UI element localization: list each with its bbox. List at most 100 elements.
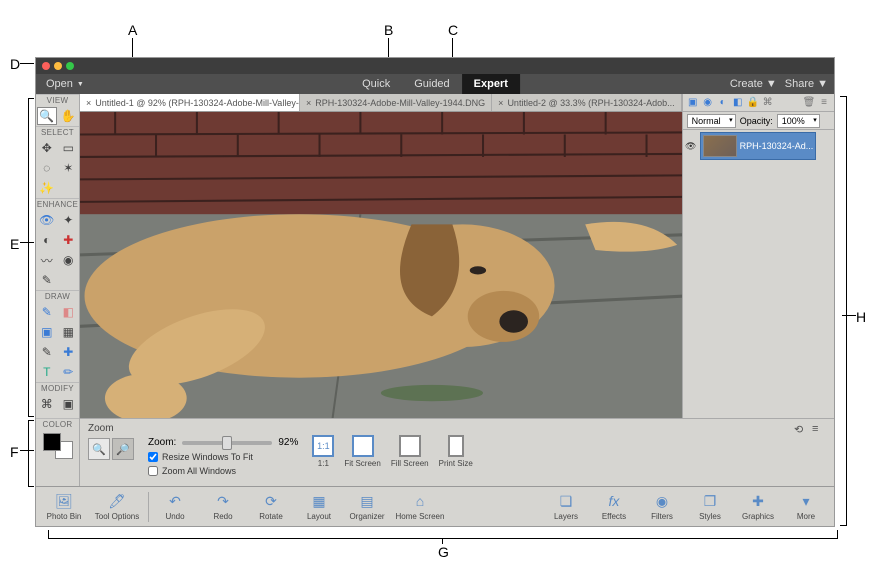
eye-tool[interactable]: 👁 xyxy=(36,210,58,230)
taskbar-photo-bin[interactable]: 🖼Photo Bin xyxy=(40,492,88,521)
opacity-label: Opacity: xyxy=(740,116,773,126)
shape-tool[interactable]: ✚ xyxy=(58,342,80,362)
preset-1to1[interactable]: 1:11:1 xyxy=(312,435,334,468)
tab-quick[interactable]: Quick xyxy=(350,74,402,94)
preset-icon xyxy=(399,435,421,457)
trash-icon[interactable]: 🗑 xyxy=(803,97,815,109)
taskbar-layers[interactable]: ❏Layers xyxy=(542,492,590,521)
crop-tool[interactable]: ⌘ xyxy=(36,394,58,414)
document-tab[interactable]: × Untitled-1 @ 92% (RPH-130324-Adobe-Mill… xyxy=(80,94,300,111)
taskbar-organizer[interactable]: ▤Organizer xyxy=(343,492,391,521)
zoom-in-button[interactable]: 🔍 xyxy=(88,438,110,460)
tab-expert[interactable]: Expert xyxy=(462,74,520,94)
checkbox-label: Zoom All Windows xyxy=(162,466,236,476)
open-menu[interactable]: Open ▼ xyxy=(36,74,94,94)
lock-icon[interactable]: 🔒 xyxy=(747,97,759,109)
taskbar-home[interactable]: ⌂Home Screen xyxy=(391,492,449,521)
tool-options-bar: Zoom 🔍 🔎 Zoom: 92% Resize Windows To Fit… xyxy=(80,418,834,488)
zoom-all-checkbox[interactable]: Zoom All Windows xyxy=(148,466,298,476)
blur-tool[interactable]: 〰 xyxy=(36,250,58,270)
callout-c: C xyxy=(448,22,458,38)
document-tab[interactable]: ×Untitled-2 @ 33.3% (RPH-130324-Adob... xyxy=(492,94,682,111)
panel-toolbar: ▣ ◉ ◐ ◧ 🔒 ⌘ 🗑 ≡ xyxy=(683,94,834,112)
adjustment-icon[interactable]: ◧ xyxy=(732,97,744,109)
smart-brush-tool[interactable]: ✎ xyxy=(36,270,58,290)
spot-heal-tool[interactable]: ◐ xyxy=(36,230,58,250)
hand-tool[interactable]: ✋ xyxy=(58,106,79,126)
recompose-tool[interactable]: ▣ xyxy=(58,394,80,414)
slider-thumb[interactable] xyxy=(222,436,232,450)
globe-icon[interactable]: ◉ xyxy=(702,97,714,109)
preset-fill-screen[interactable]: Fill Screen xyxy=(391,435,429,468)
text-tool[interactable]: T xyxy=(36,362,58,382)
taskbar-label: Undo xyxy=(165,512,184,521)
panel-menu-icon[interactable]: ≡ xyxy=(818,97,830,109)
zoom-out-button[interactable]: 🔎 xyxy=(112,438,134,460)
close-tab-icon[interactable]: × xyxy=(306,98,311,108)
zoom-value: 92% xyxy=(278,437,298,448)
close-tab-icon[interactable]: × xyxy=(86,98,91,108)
new-layer-icon[interactable]: ▣ xyxy=(687,97,699,109)
brush-tool[interactable]: ✎ xyxy=(36,302,58,322)
color-swatches[interactable] xyxy=(43,433,73,459)
mask-icon[interactable]: ◐ xyxy=(717,97,729,109)
taskbar-rotate[interactable]: ⟳Rotate xyxy=(247,492,295,521)
zoom-window-icon[interactable] xyxy=(66,62,74,70)
resize-windows-checkbox[interactable]: Resize Windows To Fit xyxy=(148,452,298,462)
more-icon: ▾ xyxy=(797,492,815,510)
photo-image xyxy=(80,112,682,439)
marquee-tool[interactable]: ▭ xyxy=(58,138,80,158)
zoom-tool[interactable]: 🔍 xyxy=(37,107,57,125)
canvas[interactable] xyxy=(80,112,682,439)
whiten-tool[interactable]: ✦ xyxy=(58,210,80,230)
tool-options-icon: 🖊 xyxy=(108,492,126,510)
lasso-tool[interactable]: ◌ xyxy=(36,158,58,178)
taskbar-layout[interactable]: ▦Layout xyxy=(295,492,343,521)
layer-name: RPH-130324-Ad... xyxy=(740,141,814,151)
move-tool[interactable]: ✥ xyxy=(36,138,58,158)
options-menu-icon[interactable]: ≡ xyxy=(812,423,826,437)
callout-e: E xyxy=(10,236,19,252)
taskbar-tool-options[interactable]: 🖊 Tool Options xyxy=(88,492,146,521)
preset-fit-screen[interactable]: Fit Screen xyxy=(344,435,380,468)
opacity-select[interactable]: 100% xyxy=(777,114,820,128)
foreground-color-swatch[interactable] xyxy=(43,433,61,451)
close-window-icon[interactable] xyxy=(42,62,50,70)
color-picker-tool[interactable]: ✎ xyxy=(36,342,58,362)
reset-icon[interactable]: ⟲ xyxy=(794,423,808,437)
visibility-icon[interactable]: 👁 xyxy=(685,141,697,152)
zoom-slider-label: Zoom: xyxy=(148,437,176,448)
taskbar-redo[interactable]: ↷Redo xyxy=(199,492,247,521)
minimize-window-icon[interactable] xyxy=(54,62,62,70)
taskbar-label: Tool Options xyxy=(95,512,139,521)
gradient-tool[interactable]: ▦ xyxy=(58,322,80,342)
share-menu[interactable]: Share ▼ xyxy=(785,78,828,90)
zoom-slider[interactable] xyxy=(182,441,272,445)
close-tab-icon[interactable]: × xyxy=(498,98,503,108)
blend-mode-select[interactable]: Normal xyxy=(687,114,736,128)
taskbar-filters[interactable]: ◉Filters xyxy=(638,492,686,521)
layer-row[interactable]: RPH-130324-Ad... xyxy=(700,132,817,160)
taskbar-more[interactable]: ▾More xyxy=(782,492,830,521)
document-tab[interactable]: ×RPH-130324-Adobe-Mill-Valley-1944.DNG xyxy=(300,94,492,111)
sponge-tool[interactable]: ◉ xyxy=(58,250,80,270)
pencil-tool[interactable]: ✏ xyxy=(58,362,80,382)
eraser-tool[interactable]: ◧ xyxy=(58,302,80,322)
link-icon[interactable]: ⌘ xyxy=(762,97,774,109)
callout-b: B xyxy=(384,22,393,38)
taskbar-graphics[interactable]: ✚Graphics xyxy=(734,492,782,521)
layers-list: 👁 RPH-130324-Ad... xyxy=(683,130,834,162)
toolbox-section-enhance: ENHANCE xyxy=(36,198,79,210)
tab-guided[interactable]: Guided xyxy=(402,74,461,94)
tab-label: Untitled-1 @ 92% (RPH-130324-Adobe-Mill-… xyxy=(95,98,300,108)
taskbar-styles[interactable]: ❐Styles xyxy=(686,492,734,521)
taskbar-undo[interactable]: ↶Undo xyxy=(151,492,199,521)
quick-select-tool[interactable]: ✶ xyxy=(58,158,80,178)
filters-icon: ◉ xyxy=(653,492,671,510)
taskbar-effects[interactable]: fxEffects xyxy=(590,492,638,521)
clone-tool[interactable]: ✚ xyxy=(58,230,80,250)
fill-tool[interactable]: ▣ xyxy=(36,322,58,342)
preset-print-size[interactable]: Print Size xyxy=(439,435,473,468)
create-menu[interactable]: Create ▼ xyxy=(730,78,777,90)
magic-wand-tool[interactable]: ✨ xyxy=(36,178,58,198)
